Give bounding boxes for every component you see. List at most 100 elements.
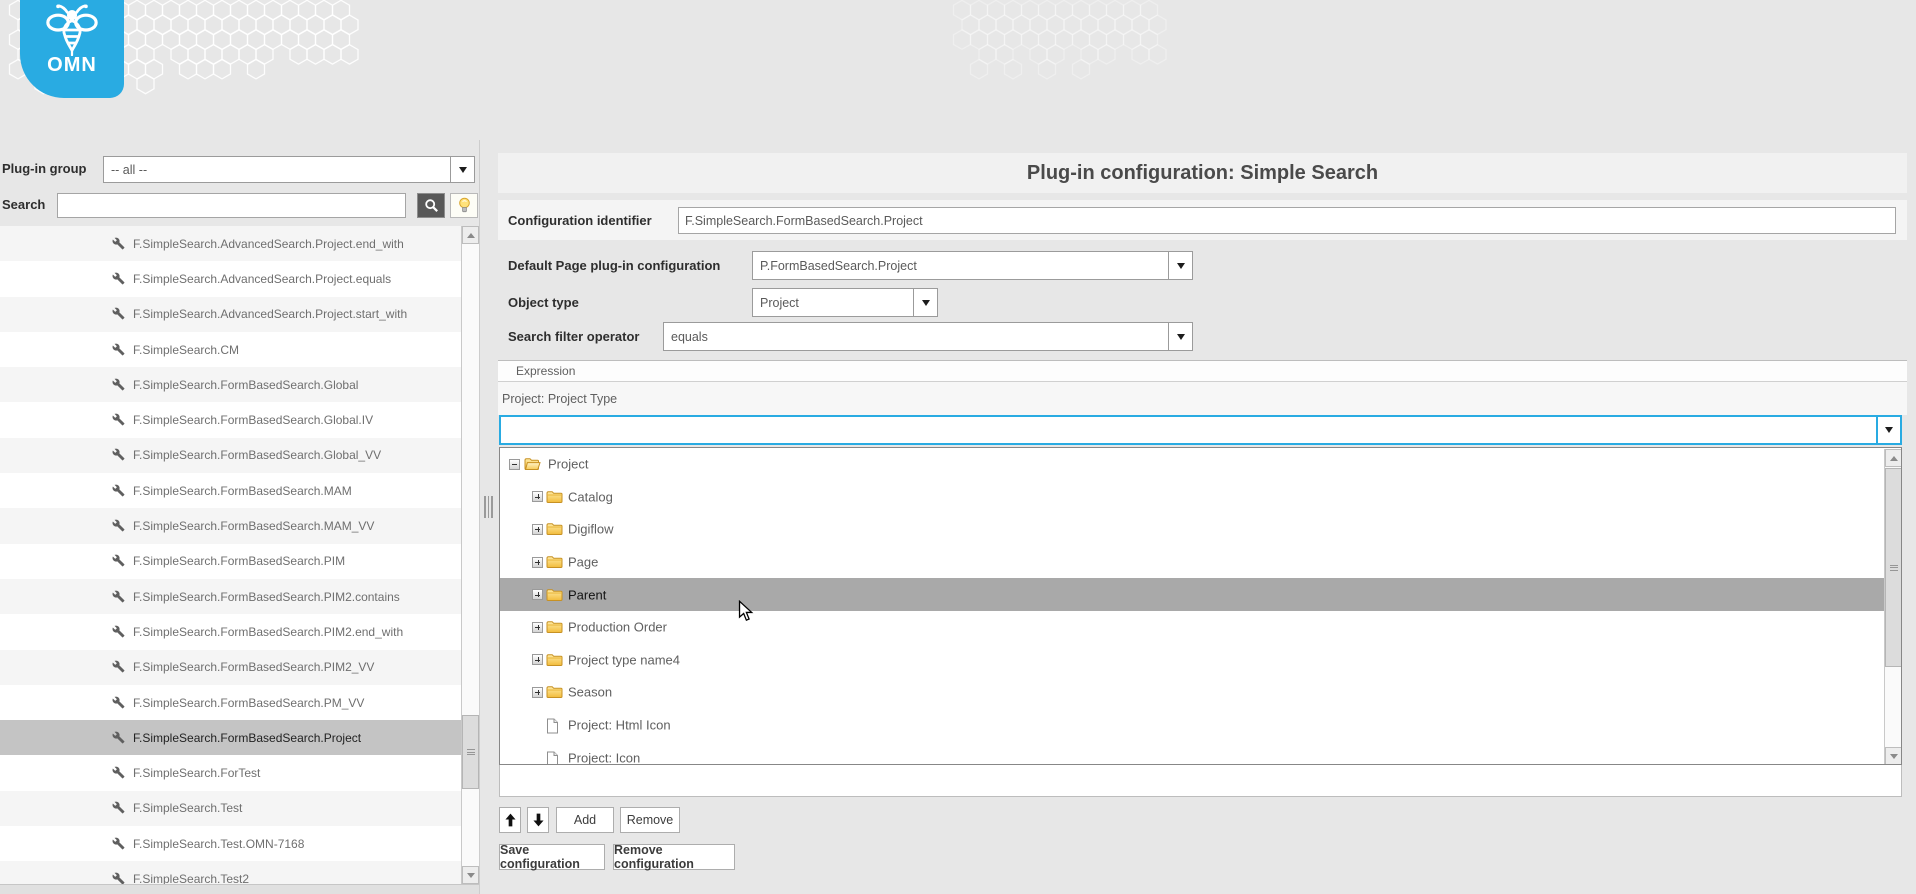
tree-item[interactable]: Project: Html Icon (500, 709, 1901, 742)
search-hint-button[interactable] (450, 193, 478, 218)
panel-splitter[interactable] (479, 140, 498, 894)
add-button[interactable]: Add (556, 807, 614, 833)
plugin-group-value: -- all -- (111, 162, 148, 177)
list-item[interactable]: F.SimpleSearch.Test.OMN-7168 (0, 826, 461, 862)
search-button[interactable] (417, 193, 445, 218)
list-item-label: F.SimpleSearch.FormBasedSearch.PIM2_VV (133, 660, 375, 675)
chevron-down-icon[interactable] (1168, 252, 1192, 279)
list-item[interactable]: F.SimpleSearch.FormBasedSearch.Global.IV (0, 402, 461, 438)
list-item-label: F.SimpleSearch.FormBasedSearch.Global.IV (133, 413, 374, 428)
tree-item[interactable]: Catalog (500, 481, 1901, 514)
tree-rows: Project Catalog Digiflow Page Parent Pro… (500, 448, 1901, 764)
list-item[interactable]: F.SimpleSearch.ForTest (0, 755, 461, 791)
list-item[interactable]: F.SimpleSearch.FormBasedSearch.PIM2.cont… (0, 578, 461, 615)
list-item[interactable]: F.SimpleSearch.AdvancedSearch.Project.st… (0, 296, 461, 332)
chevron-down-icon[interactable] (913, 289, 937, 316)
scroll-down-button[interactable] (462, 866, 479, 884)
plugin-group-select[interactable]: -- all -- (103, 156, 475, 183)
scrollbar-thumb[interactable] (462, 715, 479, 789)
expander-icon[interactable] (532, 686, 543, 698)
arrow-up-icon (504, 813, 516, 827)
expression-header: Expression (498, 360, 1907, 382)
expander-icon[interactable] (532, 523, 543, 535)
save-configuration-button[interactable]: Save configuration (499, 843, 605, 871)
tree-item-label: Digiflow (568, 521, 614, 537)
list-item[interactable]: F.SimpleSearch.FormBasedSearch.Project (0, 720, 461, 756)
remove-configuration-button[interactable]: Remove configuration (613, 843, 735, 871)
splitter-grip-icon (484, 496, 493, 518)
list-item[interactable]: F.SimpleSearch.FormBasedSearch.PM_VV (0, 684, 461, 721)
expression-panel-footer (499, 765, 1902, 797)
list-item[interactable]: F.SimpleSearch.CM (0, 331, 461, 368)
folder-icon (546, 588, 563, 602)
search-input[interactable] (57, 193, 406, 218)
remove-button[interactable]: Remove (620, 807, 680, 833)
wrench-icon (112, 660, 126, 674)
scrollbar-thumb[interactable] (1885, 468, 1901, 667)
tree-item-label: Page (568, 554, 599, 570)
chevron-down-icon[interactable] (1168, 323, 1192, 350)
scroll-down-button[interactable] (1885, 747, 1901, 764)
tree-item[interactable]: Project (500, 448, 1901, 481)
tree-item[interactable]: Parent (500, 578, 1901, 611)
list-item-label: F.SimpleSearch.FormBasedSearch.Project (133, 730, 362, 745)
list-item[interactable]: F.SimpleSearch.FormBasedSearch.PIM (0, 543, 461, 579)
scroll-up-button[interactable] (1885, 449, 1901, 467)
tree-item[interactable]: Project type name4 (500, 644, 1901, 677)
wrench-icon (112, 590, 126, 604)
list-item[interactable]: F.SimpleSearch.FormBasedSearch.PIM2_VV (0, 649, 461, 685)
list-item[interactable]: F.SimpleSearch.FormBasedSearch.Global_VV (0, 437, 461, 474)
list-item-label: F.SimpleSearch.FormBasedSearch.PIM (133, 554, 346, 569)
wrench-icon (112, 731, 126, 745)
project-type-tree-dropdown: Project Catalog Digiflow Page Parent Pro… (499, 447, 1902, 765)
search-label: Search (2, 197, 46, 212)
chevron-down-icon[interactable] (450, 157, 474, 182)
expression-row[interactable]: Project: Project Type (498, 382, 1907, 415)
list-item[interactable]: F.SimpleSearch.AdvancedSearch.Project.en… (0, 226, 461, 262)
list-item[interactable]: F.SimpleSearch.Test2 (0, 861, 461, 884)
wrench-icon (112, 378, 126, 392)
folder-icon (546, 490, 563, 504)
expander-icon[interactable] (532, 556, 543, 568)
tree-item[interactable]: Digiflow (500, 513, 1901, 546)
list-item[interactable]: F.SimpleSearch.FormBasedSearch.PIM2.end_… (0, 614, 461, 650)
move-up-button[interactable] (499, 807, 521, 833)
tree-scrollbar[interactable] (1884, 449, 1901, 764)
list-item[interactable]: F.SimpleSearch.AdvancedSearch.Project.eq… (0, 261, 461, 297)
wrench-icon (112, 519, 126, 533)
default-page-select[interactable]: P.FormBasedSearch.Project (752, 251, 1193, 280)
list-item[interactable]: F.SimpleSearch.FormBasedSearch.Global (0, 367, 461, 403)
tree-item[interactable]: Season (500, 676, 1901, 709)
object-type-select[interactable]: Project (752, 288, 938, 317)
tree-item-label: Project (548, 456, 589, 472)
mouse-cursor (738, 600, 754, 622)
move-down-button[interactable] (527, 807, 549, 833)
expander-icon[interactable] (532, 621, 543, 633)
list-item-label: F.SimpleSearch.Test (133, 801, 243, 816)
search-filter-operator-select[interactable]: equals (663, 322, 1193, 351)
expander-icon[interactable] (532, 654, 543, 666)
expander-icon[interactable] (532, 589, 543, 601)
list-item[interactable]: F.SimpleSearch.FormBasedSearch.MAM_VV (0, 508, 461, 544)
tree-item[interactable]: Production Order (500, 611, 1901, 644)
expander-icon[interactable] (532, 491, 543, 503)
chevron-down-icon[interactable] (1876, 417, 1900, 443)
tree-item-label: Parent (568, 587, 607, 603)
list-item[interactable]: F.SimpleSearch.FormBasedSearch.MAM (0, 473, 461, 509)
tree-item-label: Project: Html Icon (568, 717, 671, 733)
tree-item[interactable]: Project: Icon (500, 741, 1901, 764)
omn-logo[interactable]: OMN (20, 0, 124, 98)
expression-value-combobox[interactable] (499, 415, 1902, 445)
list-item[interactable]: F.SimpleSearch.Test (0, 790, 461, 827)
expander-icon[interactable] (509, 458, 520, 470)
tree-item-label: Season (568, 684, 613, 700)
search-icon (424, 199, 438, 212)
title-band: Plug-in configuration: Simple Search (498, 153, 1907, 193)
sidebar-scrollbar[interactable] (461, 226, 479, 884)
list-item-label: F.SimpleSearch.FormBasedSearch.PIM2.end_… (133, 624, 404, 639)
bee-icon (46, 4, 98, 56)
config-identifier-input[interactable] (678, 207, 1896, 234)
lightbulb-icon (458, 197, 470, 213)
tree-item[interactable]: Page (500, 546, 1901, 579)
scroll-up-button[interactable] (462, 226, 479, 244)
